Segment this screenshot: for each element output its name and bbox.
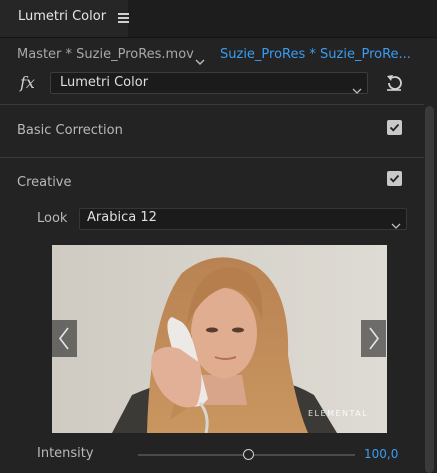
chevron-down-icon[interactable] xyxy=(195,51,205,65)
basic-correction-checkbox[interactable] xyxy=(387,120,402,135)
master-clip-label[interactable]: Master * Suzie_ProRes.mov xyxy=(17,47,194,62)
chevron-right-icon xyxy=(369,327,380,350)
panel-title: Lumetri Color xyxy=(18,9,107,24)
chevron-down-icon xyxy=(352,80,362,94)
scrollbar-thumb[interactable] xyxy=(425,106,434,473)
intensity-value[interactable]: 100,0 xyxy=(364,447,398,461)
divider xyxy=(0,104,424,105)
creative-checkbox[interactable] xyxy=(387,171,402,186)
intensity-slider-handle[interactable] xyxy=(243,449,254,460)
preview-prev-button[interactable] xyxy=(52,320,77,357)
divider xyxy=(0,157,424,158)
basic-correction-label[interactable]: Basic Correction xyxy=(17,123,123,138)
preview-watermark: ELEMENTAL xyxy=(308,409,369,418)
look-preview-image xyxy=(52,245,387,433)
active-clip-label[interactable]: Suzie_ProRes * Suzie_ProRe... xyxy=(220,47,411,62)
chevron-left-icon xyxy=(58,327,69,350)
look-label: Look xyxy=(37,211,68,226)
fx-icon: fx xyxy=(20,73,35,92)
look-select-value: Arabica 12 xyxy=(87,210,157,225)
effect-select-value: Lumetri Color xyxy=(60,75,149,90)
hamburger-menu-icon[interactable] xyxy=(118,13,129,23)
chevron-down-icon xyxy=(391,215,401,229)
intensity-label: Intensity xyxy=(37,446,94,461)
creative-label[interactable]: Creative xyxy=(17,175,72,190)
reset-icon[interactable] xyxy=(384,73,404,93)
preview-next-button[interactable] xyxy=(361,320,386,357)
